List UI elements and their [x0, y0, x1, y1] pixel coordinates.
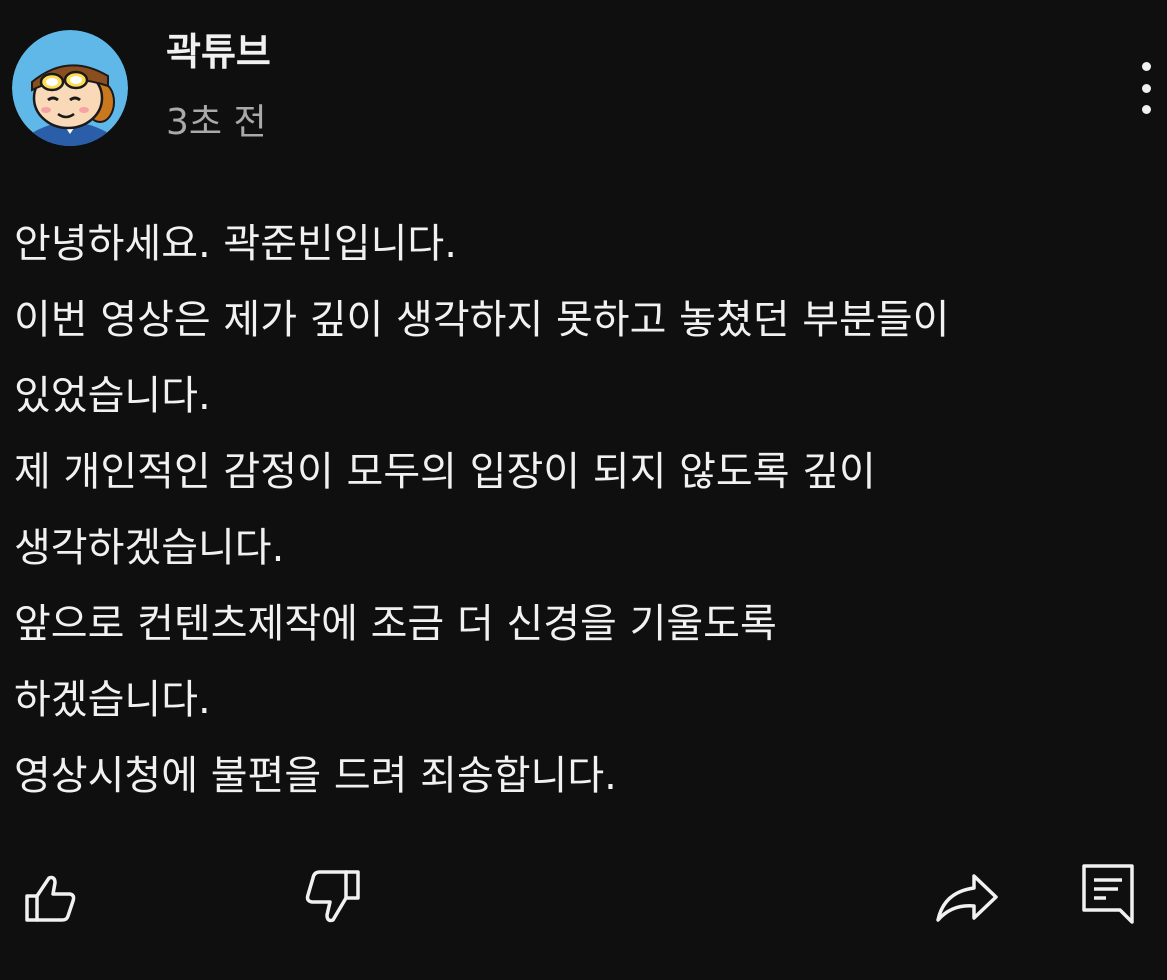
post-text-line: 이번 영상은 제가 깊이 생각하지 못하고 놓쳤던 부분들이	[14, 297, 950, 343]
comment-button[interactable]	[1080, 862, 1136, 926]
dislike-button[interactable]	[302, 868, 362, 926]
share-button[interactable]	[934, 870, 1000, 924]
avatar[interactable]	[12, 30, 128, 146]
post-text-line: 안녕하세요. 곽준빈입니다.	[14, 221, 457, 267]
dislike-icon	[305, 870, 360, 923]
channel-name[interactable]: 곽튜브	[166, 28, 271, 76]
avatar-image	[12, 30, 128, 146]
like-button[interactable]	[22, 870, 78, 926]
post-text-line: 제 개인적인 감정이 모두의 입장이 되지 않도록 깊이	[14, 449, 876, 495]
post-timestamp: 3초 전	[166, 102, 267, 143]
post-text-line: 하겠습니다.	[14, 677, 211, 723]
comment-icon	[1082, 864, 1134, 924]
dot	[1141, 105, 1151, 114]
dot	[1141, 62, 1151, 71]
post-text-line: 있었습니다.	[14, 373, 211, 419]
post-text-line: 영상시청에 불편을 드려 죄송합니다.	[14, 753, 617, 799]
like-icon	[25, 875, 76, 922]
post-body: 안녕하세요. 곽준빈입니다. 이번 영상은 제가 깊이 생각하지 못하고 놓쳤던…	[14, 206, 1154, 814]
share-icon	[936, 874, 998, 922]
post-text-line: 앞으로 컨텐츠제작에 조금 더 신경을 기울도록	[14, 601, 777, 647]
post-text-line: 생각하겠습니다.	[14, 525, 285, 571]
dot	[1141, 83, 1151, 93]
more-vertical-icon[interactable]	[1126, 56, 1166, 120]
